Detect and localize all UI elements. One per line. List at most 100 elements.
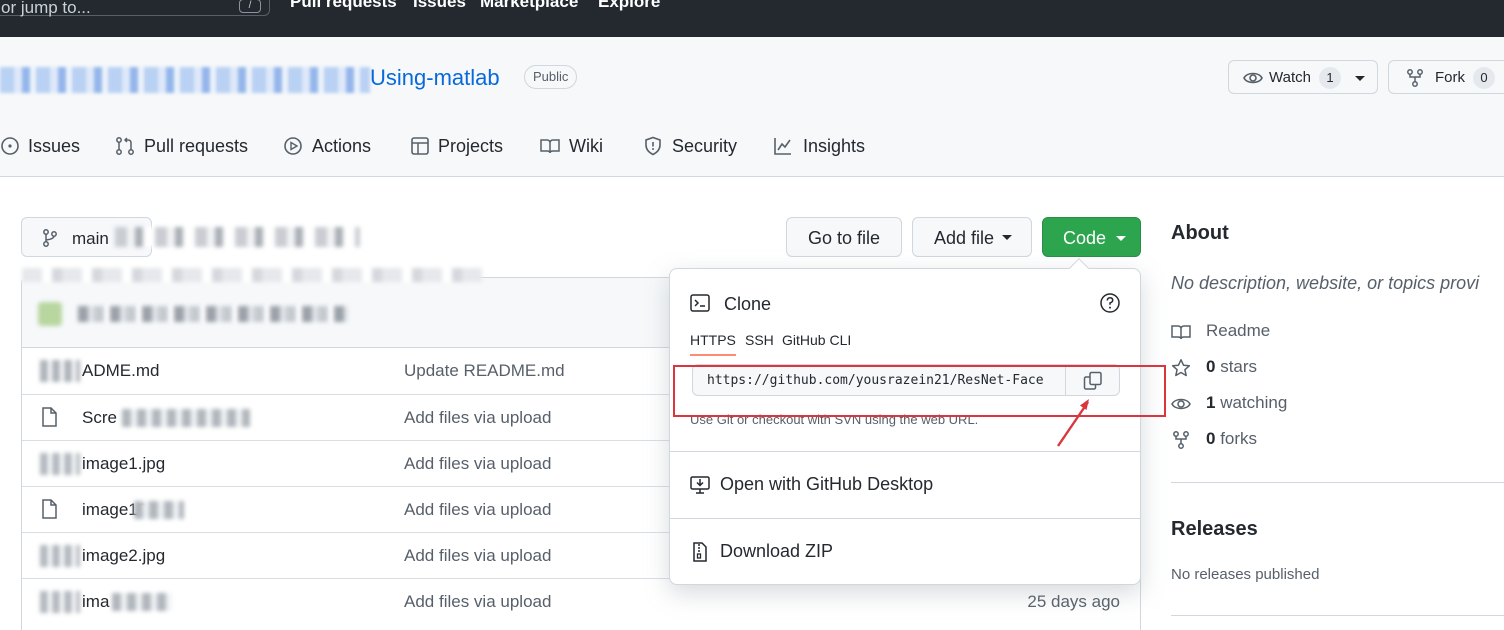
fork-button[interactable]: Fork 0 [1388,60,1504,94]
tab-ssh[interactable]: SSH [745,332,774,348]
fork-label: Fork [1435,69,1465,86]
tab-label: Insights [803,136,866,156]
file-media-icon [40,453,80,475]
open-with-desktop-label: Open with GitHub Desktop [720,474,934,494]
clone-title: Clone [724,294,772,314]
star-icon [1171,359,1191,377]
git-pull-request-icon [116,137,134,155]
repo-header: Using-matlab Public Watch 1 Fork 0 Issue… [0,37,1504,177]
file-name-redacted [134,501,184,519]
watching-count: 1 [1206,393,1216,412]
tab-label: Wiki [569,136,603,156]
git-branch-icon [43,229,57,247]
divider [1171,615,1504,616]
graph-icon [774,138,791,155]
go-to-file-label: Go to file [808,228,881,248]
table-icon [411,137,429,155]
watch-count: 1 [1319,67,1341,89]
terminal-icon [690,294,710,312]
search-placeholder: or jump to... [1,0,91,17]
avatar [38,302,62,326]
visibility-badge: Public [524,65,578,89]
search-shortcut-key: / [239,0,261,13]
tab-label: Projects [438,136,504,156]
download-zip-label: Download ZIP [720,541,834,561]
repo-name-redacted [0,67,370,93]
file-icon [40,360,80,382]
global-header: or jump to... / Pull requests Issues Mar… [0,0,1504,37]
watch-button[interactable]: Watch 1 [1228,60,1378,94]
chevron-down-icon [1002,235,1012,240]
about-description: No description, website, or topics provi [1171,273,1480,293]
releases-heading[interactable]: Releases [1171,518,1258,541]
add-file-label: Add file [934,228,995,248]
repo-forked-icon [1407,69,1423,87]
annotation-arrow-icon [1057,399,1089,447]
book-icon [1171,325,1191,340]
tab-https[interactable]: HTTPS [690,332,736,356]
repo-forked-icon [1173,431,1189,449]
fork-count: 0 [1473,67,1495,89]
commit-message[interactable]: Add files via upload [404,592,551,612]
desktop-download-icon [690,476,710,494]
file-zip-icon [693,542,707,562]
file-name[interactable]: ADME.md [82,361,159,381]
file-media-icon [40,545,80,567]
file-name[interactable]: image1.jpg [82,454,165,474]
issue-opened-icon [1,137,19,155]
commit-message[interactable]: Add files via upload [404,408,551,428]
branch-info-redacted [115,227,360,247]
dropdown-caret [1069,258,1089,278]
shield-icon [645,136,661,156]
readme-label: Readme [1206,321,1271,340]
watch-label: Watch [1269,69,1311,86]
book-icon [540,139,560,154]
about-heading: About [1171,222,1229,244]
nav-issues[interactable]: Issues [413,0,466,12]
commit-message[interactable]: Add files via upload [404,500,551,520]
tab-github-cli[interactable]: GitHub CLI [782,332,851,348]
nav-marketplace[interactable]: Marketplace [480,0,578,12]
divider [1171,482,1504,483]
nav-pull-requests[interactable]: Pull requests [290,0,397,12]
file-name-redacted [122,409,250,427]
commit-message-redacted [78,306,348,322]
file-icon [42,407,57,427]
tab-label: Issues [28,136,81,156]
add-file-button[interactable]: Add file [912,217,1032,257]
commit-message[interactable]: Add files via upload [404,454,551,474]
stars-label: stars [1220,357,1258,376]
file-name-redacted [112,593,172,611]
tab-label: Security [672,136,738,156]
nav-explore[interactable]: Explore [598,0,660,12]
tab-label: Pull requests [144,136,249,156]
file-icon [42,499,57,519]
releases-text: No releases published [1171,566,1320,583]
tab-label: Actions [312,136,372,156]
code-button[interactable]: Code [1042,217,1141,257]
search-input[interactable]: or jump to... / [0,0,270,17]
watching-label: watching [1220,393,1288,412]
file-name[interactable]: ima [82,592,109,612]
eye-icon [1243,72,1263,84]
repo-name[interactable]: Using-matlab [370,65,500,91]
forks-label: forks [1220,429,1258,448]
commit-info-redacted [22,268,482,282]
branch-name: main [72,229,109,248]
commit-time: 25 days ago [1027,592,1120,611]
forks-count: 0 [1206,429,1216,448]
commit-message[interactable]: Add files via upload [404,546,551,566]
file-name[interactable]: image2.jpg [82,546,165,566]
chevron-down-icon [1355,76,1365,81]
go-to-file-button[interactable]: Go to file [786,217,902,257]
file-name[interactable]: Scre [82,408,117,428]
play-icon [284,137,302,155]
question-icon[interactable] [1099,292,1121,314]
stars-count: 0 [1206,357,1216,376]
code-label: Code [1063,228,1107,248]
eye-icon [1171,398,1191,410]
divider [670,518,1140,519]
commit-message[interactable]: Update README.md [404,361,565,381]
file-media-icon [40,591,80,613]
chevron-down-icon [1116,236,1126,241]
